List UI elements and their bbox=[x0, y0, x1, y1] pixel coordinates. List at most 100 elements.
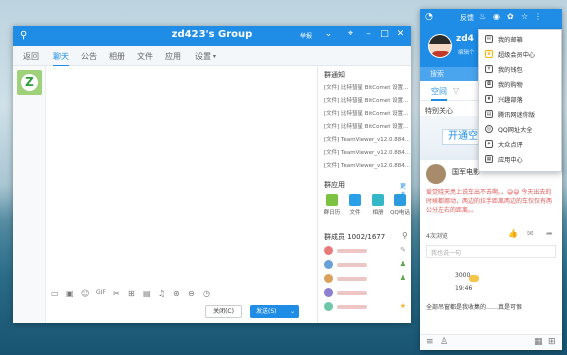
settings-chevron-icon[interactable]: ▾ bbox=[213, 53, 216, 60]
admin-badge-icon: ♟ bbox=[399, 260, 406, 268]
vote-icon[interactable]: ⊛ bbox=[173, 289, 180, 298]
notice-item[interactable]: [文件] 比特彗星 BitComet 设置... bbox=[324, 83, 408, 91]
menu-item-wallet[interactable]: ¥ 我的钱包 bbox=[479, 62, 561, 76]
feed-author-avatar[interactable] bbox=[426, 164, 446, 184]
member-item[interactable]: ♟ bbox=[324, 274, 408, 284]
globe-icon: ◎ bbox=[485, 125, 493, 133]
tab-space-icon[interactable]: ▽ bbox=[453, 86, 459, 95]
menu-item-tribe[interactable]: ♦ 兴趣部落 bbox=[479, 92, 561, 106]
close-icon[interactable]: ✕ bbox=[395, 29, 406, 39]
input-toolbar: ▭ ▣ ☺ GIF ✂ ⊞ ▤ ♫ ⊛ ⊖ ◷ bbox=[46, 289, 317, 301]
voice-icon[interactable]: ⊖ bbox=[188, 289, 195, 298]
share-icon[interactable]: ➦ bbox=[546, 229, 553, 238]
emoji-icon[interactable]: ☺ bbox=[81, 289, 89, 298]
notice-item[interactable]: [文件] 比特彗星 BitComet 设置... bbox=[324, 96, 408, 104]
second-feed-time: 19:46 bbox=[455, 285, 473, 292]
panel-footer: ≡ ♙ ▦ ⊞ bbox=[420, 334, 562, 350]
calendar-app-icon bbox=[326, 194, 338, 206]
chevron-down-icon[interactable]: ⌄ bbox=[323, 29, 334, 39]
files-app-icon bbox=[349, 194, 361, 206]
menu-icon[interactable]: ≡ bbox=[426, 337, 434, 347]
member-item[interactable]: ✎ bbox=[324, 246, 408, 256]
like-icon[interactable]: 👍 bbox=[508, 229, 518, 238]
app-album[interactable]: 相册 bbox=[368, 194, 388, 216]
admin-badge-icon: ♟ bbox=[399, 274, 406, 282]
gift-icon[interactable]: ⊞ bbox=[128, 289, 135, 298]
phone-app-icon bbox=[394, 194, 406, 206]
maximize-icon[interactable]: □ bbox=[379, 29, 390, 39]
menu-item-tencent-news[interactable]: ▤ 腾讯网迷你版 bbox=[479, 107, 561, 121]
edit-icon[interactable]: ✎ bbox=[400, 246, 406, 254]
news-icon: ▤ bbox=[485, 110, 493, 118]
app-manager-icon[interactable]: ▦ bbox=[534, 337, 543, 347]
star-icon: ★ bbox=[399, 302, 406, 310]
bell-icon[interactable]: ♫ bbox=[158, 289, 165, 298]
chat-messages-area[interactable] bbox=[46, 66, 317, 289]
send-button[interactable]: 发送(S) ⌄ bbox=[250, 305, 299, 318]
user-avatar[interactable] bbox=[428, 34, 452, 58]
history-icon[interactable]: ◷ bbox=[203, 289, 210, 298]
send-label: 发送(S) bbox=[256, 308, 277, 315]
tab-apps[interactable]: 应用 bbox=[165, 51, 181, 62]
group-avatar[interactable]: Z bbox=[17, 70, 42, 95]
message-icon[interactable]: ◉ bbox=[493, 12, 500, 21]
star-icon[interactable]: ☆ bbox=[521, 12, 528, 21]
member-search-icon[interactable]: ⚲ bbox=[402, 231, 408, 240]
notice-item[interactable]: [文件] 比特彗星 BitComet 设置... bbox=[324, 122, 408, 130]
group-tabs: 返回 聊天 公告 相册 文件 应用 设置 ▾ bbox=[13, 46, 411, 67]
z-logo-icon: Z bbox=[21, 74, 38, 91]
third-feed-text: 全部吊窗都是我收集的……真是可恨 bbox=[426, 304, 523, 311]
menu-item-mailbox[interactable]: ✉ 我的邮箱 bbox=[479, 32, 561, 46]
notice-item[interactable]: [文件] TeamViewer_v12.0.884... bbox=[324, 161, 410, 169]
tab-album[interactable]: 相册 bbox=[109, 51, 125, 62]
comment-input[interactable]: 我也说一句 bbox=[426, 245, 556, 258]
comment-icon[interactable]: ✉ bbox=[527, 229, 534, 238]
crown-icon: ♛ bbox=[485, 50, 493, 58]
gif-icon[interactable]: GIF bbox=[96, 289, 106, 296]
app-qq-call[interactable]: QQ电话 bbox=[390, 194, 410, 216]
tab-chat[interactable]: 聊天 bbox=[53, 51, 69, 67]
second-feed-user[interactable]: 3000 bbox=[455, 272, 470, 279]
calendar-icon[interactable]: ▤ bbox=[143, 289, 151, 298]
minimize-icon[interactable]: – bbox=[363, 29, 374, 39]
dianping-icon: ✦ bbox=[485, 140, 493, 148]
tab-announcement[interactable]: 公告 bbox=[81, 51, 97, 62]
members-title: 群成员 1002/1677 bbox=[324, 233, 386, 241]
edit-signature[interactable]: 编辑个 bbox=[458, 48, 475, 56]
menu-item-shopping[interactable]: ◘ 我的购物 bbox=[479, 77, 561, 91]
grid-icon[interactable]: ⊞ bbox=[548, 337, 556, 347]
menu-item-url-center[interactable]: ◎ QQ网址大全 bbox=[479, 122, 561, 136]
menu-item-app-center[interactable]: ▦ 应用中心 bbox=[479, 152, 561, 166]
close-button[interactable]: 关闭(C) bbox=[205, 305, 242, 318]
skin-icon[interactable]: ♨ bbox=[479, 12, 486, 21]
feed-author-name[interactable]: 国军电影 bbox=[452, 167, 480, 177]
app-files[interactable]: 文件 bbox=[345, 194, 365, 216]
notice-item[interactable]: [文件] TeamViewer_v12.0.884... bbox=[324, 148, 410, 156]
notice-item[interactable]: [文件] 比特彗星 BitComet 设置... bbox=[324, 109, 408, 117]
notice-item[interactable]: [文件] TeamViewer_v12.0.884... bbox=[324, 135, 410, 143]
folder-icon[interactable]: ▭ bbox=[51, 289, 59, 298]
pin-icon[interactable]: ⌖ bbox=[345, 29, 356, 39]
report-button[interactable]: 举报 bbox=[300, 31, 312, 40]
group-chat-window: ⚲ zd423's Group 举报 ⌄ ⌖ – □ ✕ 返回 聊天 公告 相册… bbox=[13, 26, 411, 323]
tab-files[interactable]: 文件 bbox=[137, 51, 153, 62]
member-item[interactable]: ★ bbox=[324, 302, 408, 312]
palette-icon[interactable]: ✿ bbox=[507, 12, 514, 21]
menu-item-svip-center[interactable]: ♛ 超级会员中心 bbox=[479, 47, 561, 61]
back-tab[interactable]: 返回 bbox=[23, 51, 39, 62]
special-care-filter[interactable]: 特别关心 bbox=[425, 106, 453, 116]
qq-logo-icon: ◔ bbox=[425, 12, 433, 22]
add-contact-icon[interactable]: ♙ bbox=[440, 337, 448, 347]
tab-space[interactable]: 空间 bbox=[431, 86, 447, 101]
tab-settings[interactable]: 设置 bbox=[195, 51, 211, 62]
member-item[interactable] bbox=[324, 288, 408, 298]
window-titlebar: ⚲ zd423's Group 举报 ⌄ ⌖ – □ ✕ bbox=[13, 26, 411, 46]
send-options-chevron-icon[interactable]: ⌄ bbox=[290, 305, 295, 318]
app-calendar[interactable]: 群日历 bbox=[322, 194, 342, 216]
feedback-button[interactable]: 反馈 bbox=[460, 13, 474, 23]
menu-item-dianping[interactable]: ✦ 大众点评 bbox=[479, 137, 561, 151]
more-menu-icon[interactable]: ⋮ bbox=[534, 12, 542, 21]
member-item[interactable]: ♟ bbox=[324, 260, 408, 270]
scissors-icon[interactable]: ✂ bbox=[113, 289, 120, 298]
image-icon[interactable]: ▣ bbox=[66, 289, 74, 298]
